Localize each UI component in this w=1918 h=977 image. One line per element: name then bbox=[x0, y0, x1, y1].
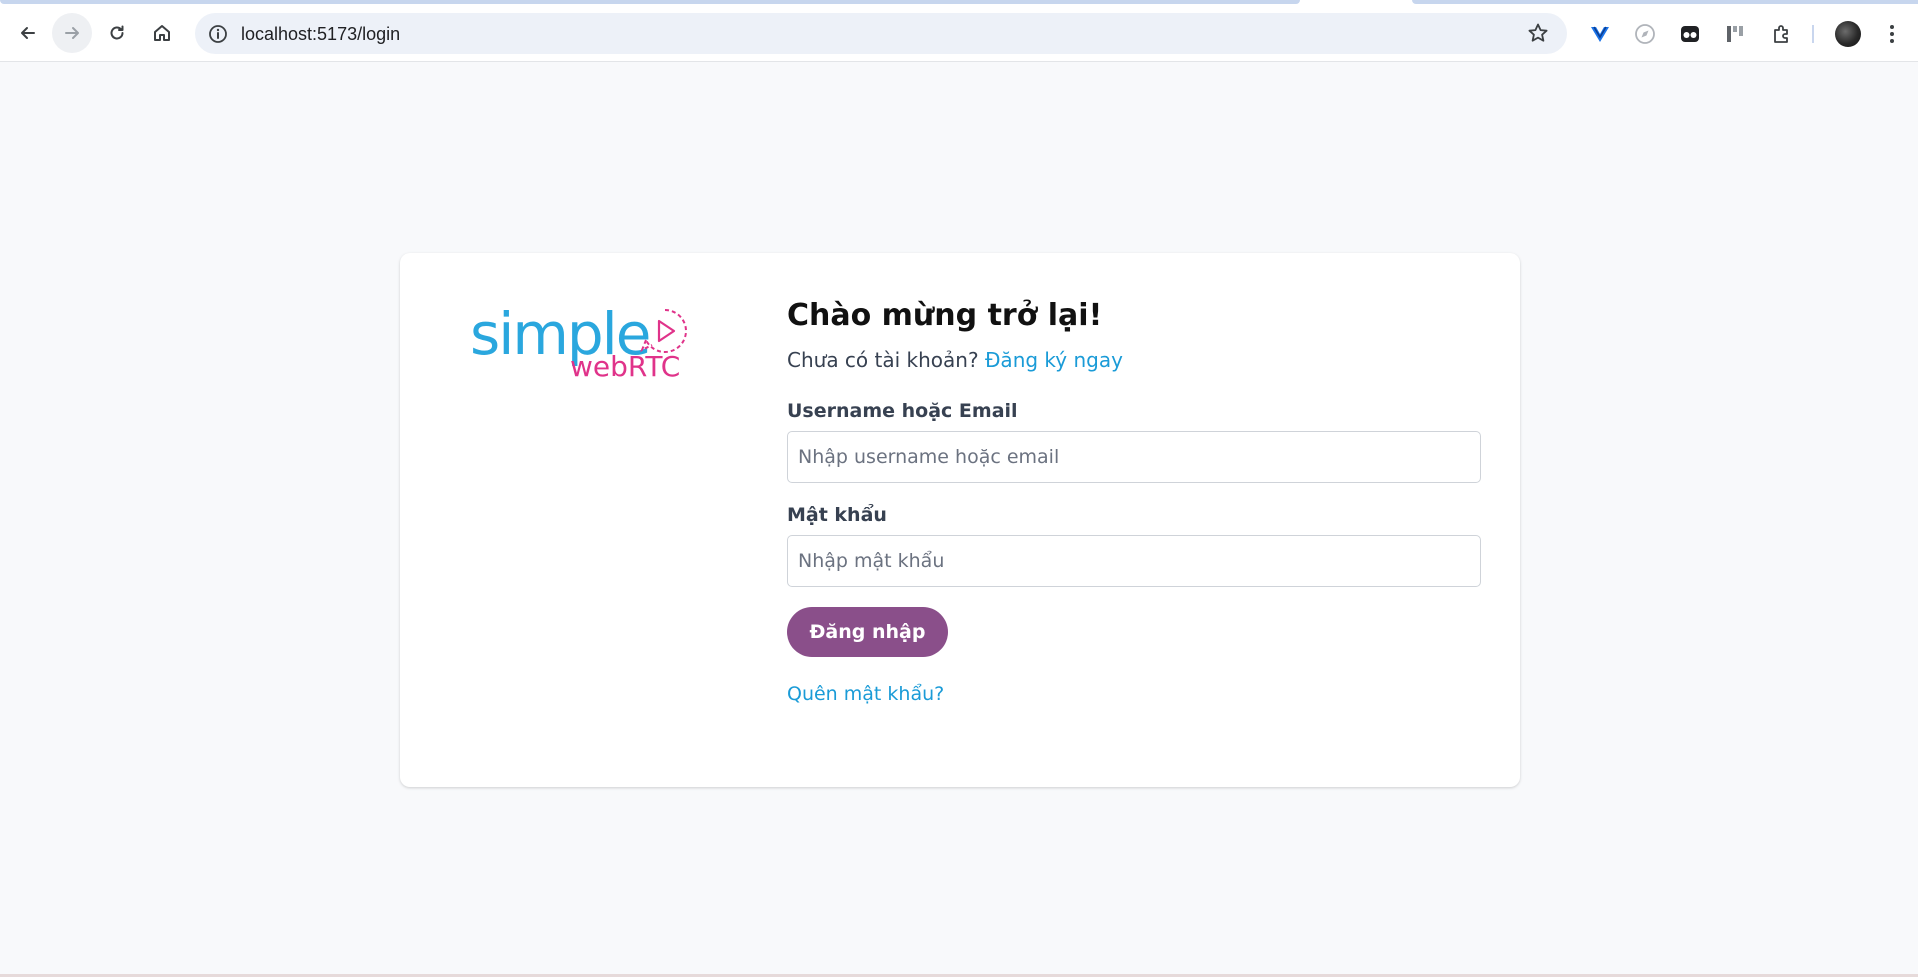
incognito-extension-icon[interactable] bbox=[1678, 22, 1702, 46]
menu-kebab-icon[interactable] bbox=[1880, 22, 1904, 46]
username-label: Username hoặc Email bbox=[787, 400, 1018, 422]
back-icon bbox=[21, 27, 35, 39]
browser-tab[interactable] bbox=[1412, 0, 1918, 4]
username-input[interactable]: Nhập username hoặc email bbox=[787, 431, 1481, 483]
register-prompt: Chưa có tài khoản? Đăng ký ngay bbox=[787, 347, 1481, 373]
login-card: simple webRTC Chào mừng trở lại! Chưa có… bbox=[400, 253, 1520, 787]
extension-icon[interactable] bbox=[1770, 22, 1794, 46]
forward-button[interactable] bbox=[52, 13, 92, 53]
reload-icon bbox=[110, 25, 124, 40]
toolbar-divider bbox=[1812, 25, 1814, 43]
page-title: Chào mừng trở lại! bbox=[787, 298, 1103, 333]
logo: simple webRTC bbox=[470, 305, 690, 385]
forward-icon bbox=[65, 27, 79, 39]
no-account-text: Chưa có tài khoản? bbox=[787, 348, 979, 372]
compass-extension-icon[interactable] bbox=[1633, 22, 1657, 46]
site-info-icon[interactable] bbox=[205, 21, 230, 46]
browser-tab[interactable] bbox=[0, 0, 1300, 4]
url-text[interactable]: localhost:5173/login bbox=[241, 24, 400, 45]
reload-button[interactable] bbox=[97, 13, 137, 53]
login-button[interactable]: Đăng nhập bbox=[787, 607, 948, 657]
password-input[interactable]: Nhập mật khẩu bbox=[787, 535, 1481, 587]
login-form: Chào mừng trở lại! Chưa có tài khoản? Đă… bbox=[787, 297, 1481, 707]
devtools-extension-icon[interactable] bbox=[1723, 22, 1747, 46]
register-link[interactable]: Đăng ký ngay bbox=[985, 348, 1123, 372]
address-bar[interactable]: localhost:5173/login bbox=[195, 13, 1567, 54]
extension-v-icon[interactable] bbox=[1588, 22, 1612, 46]
forgot-password-link[interactable]: Quên mật khẩu? bbox=[787, 681, 1481, 707]
bookmark-star-icon[interactable] bbox=[1527, 22, 1549, 49]
home-icon bbox=[154, 25, 170, 41]
back-button[interactable] bbox=[8, 13, 48, 53]
logo-word-webrtc: webRTC bbox=[570, 350, 681, 383]
home-button[interactable] bbox=[142, 13, 182, 53]
avatar[interactable] bbox=[1835, 21, 1861, 47]
password-label: Mật khẩu bbox=[787, 504, 887, 526]
browser-toolbar: localhost:5173/login bbox=[0, 5, 1918, 62]
